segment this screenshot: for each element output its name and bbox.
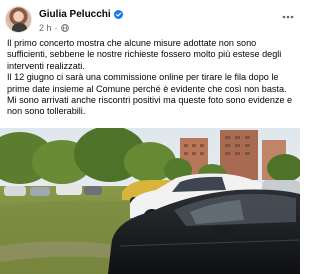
post-meta: 2 h · [39,22,69,33]
post-photo[interactable] [0,128,300,274]
parking-lot-photo [0,128,300,274]
post-paragraph: Mi sono arrivati anche riscontri positiv… [7,95,293,117]
post-paragraph: Il primo concerto mostra che alcune misu… [7,38,282,71]
author-name[interactable]: Giulia Pelucchi [39,9,111,20]
post-paragraph: Il 12 giugno ci sarà una commissione onl… [7,72,287,94]
verified-badge-icon [113,10,123,19]
post-text: Il primo concerto mostra che alcune misu… [7,38,297,118]
more-options-icon[interactable] [281,10,295,24]
author-avatar[interactable] [5,6,32,33]
meta-separator: · [54,22,58,33]
post-timestamp[interactable]: 2 h [39,23,52,33]
post-header: Giulia Pelucchi 2 h · [5,6,295,34]
author-name-row: Giulia Pelucchi [39,8,123,21]
globe-icon [60,23,69,32]
facebook-post: Giulia Pelucchi 2 h · Il primo concerto … [0,0,300,274]
